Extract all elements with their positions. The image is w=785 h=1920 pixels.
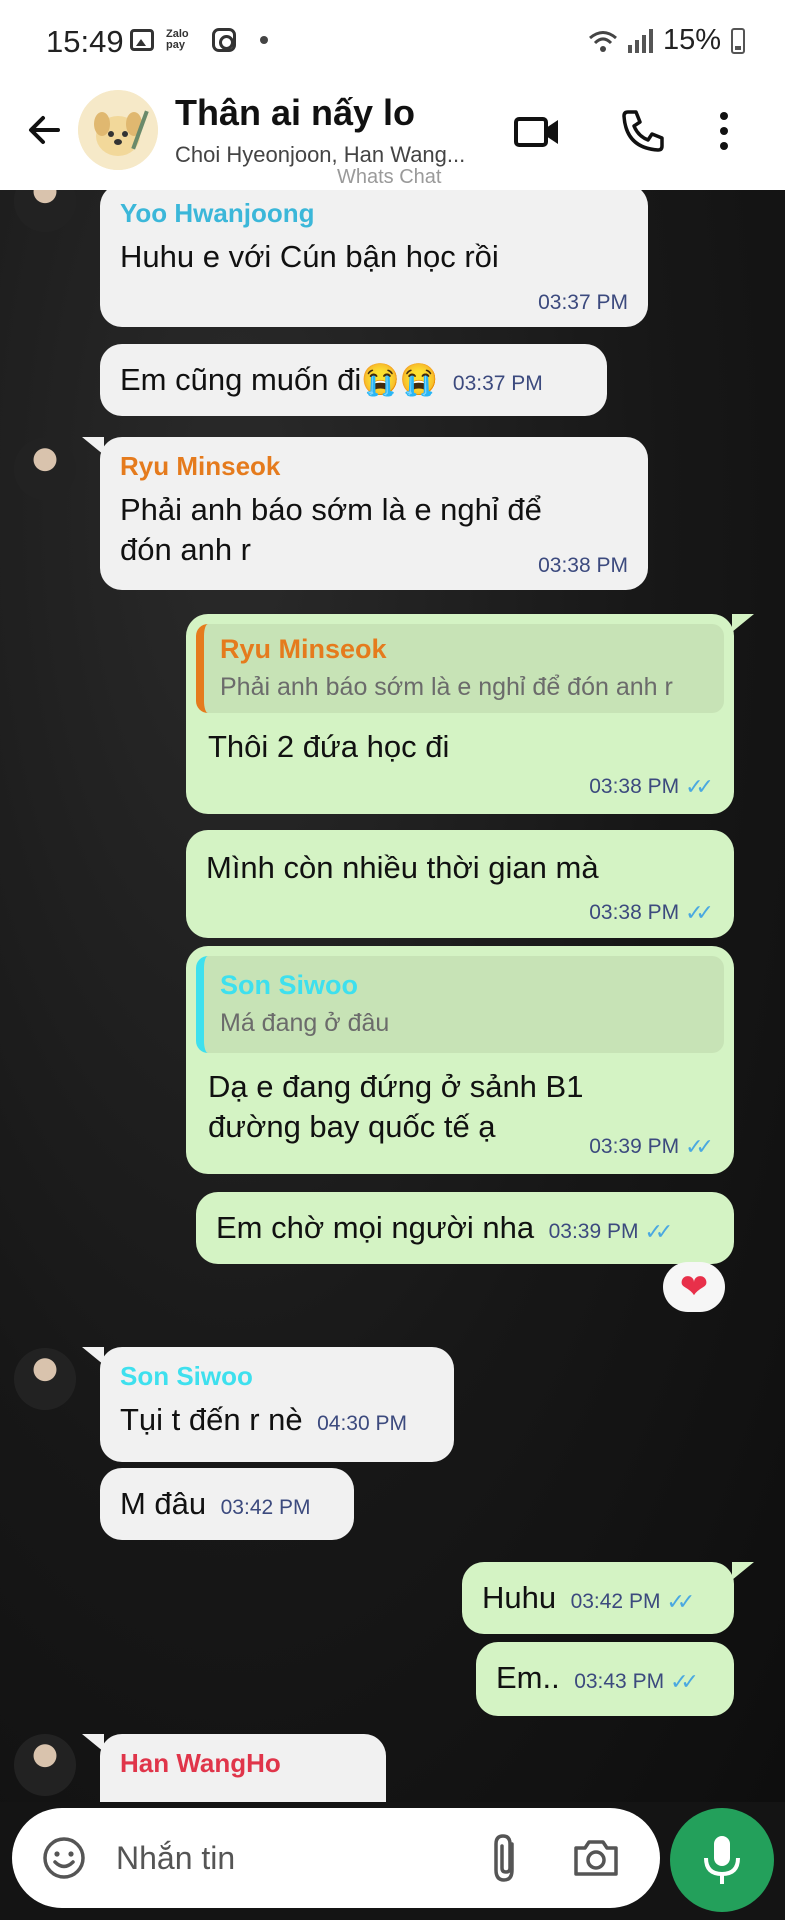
heart-reaction-icon[interactable]: ❤ [663,1262,725,1312]
system-icons: 15% [588,24,745,57]
message-text: Dạ e đang đứng ở sảnh B1 đường bay quốc … [208,1069,584,1144]
quoted-message[interactable]: Son Siwoo Má đang ở đâu [196,956,724,1053]
sender-name: Ryu Minseok [120,451,281,481]
message-time: 03:39 PM [548,1220,639,1243]
message-text: Tụi t đến r nè [120,1402,303,1437]
message-time: 03:42 PM [220,1496,311,1519]
signal-icon [627,28,653,53]
message-bubble[interactable]: Ryu Minseok Phải anh báo sớm là e nghỉ đ… [100,437,648,590]
message-bubble[interactable]: Em cũng muốn đi😭😭 03:37 PM [100,344,607,416]
message-text: Em cũng muốn đi😭😭 [120,362,439,397]
read-ticks-icon: ✓✓ [685,774,714,799]
dog-avatar-icon [78,90,158,170]
camera-icon[interactable] [570,1832,622,1884]
message-bubble[interactable]: Han WangHo [100,1734,386,1802]
message-time: 03:37 PM [452,372,543,395]
status-bar: 15:49 Zalo pay 15% [0,0,785,82]
message-text: Em.. [496,1660,560,1695]
quoted-text: Má đang ở đâu [220,1009,390,1037]
gallery-icon [130,29,154,51]
battery-level: 15% [662,24,721,56]
message-bubble[interactable]: Son Siwoo Tụi t đến r nè 04:30 PM [100,1347,454,1462]
microphone-button[interactable] [670,1808,774,1912]
message-text: Thôi 2 đứa học đi [208,729,450,764]
message-text: Phải anh báo sớm là e nghỉ để đón anh r [120,492,542,567]
sender-name: Son Siwoo [120,1361,253,1391]
message-text: Huhu e với Cún bận học rồi [120,239,499,274]
read-ticks-icon: ✓✓ [685,900,714,925]
message-text: Em chờ mọi người nha [216,1210,535,1245]
more-vertical-icon[interactable] [700,104,754,158]
message-meta: 03:39 PM ✓✓ [589,1134,714,1160]
read-ticks-icon: ✓✓ [644,1219,674,1244]
read-ticks-icon: ✓✓ [670,1669,699,1694]
message-meta: 03:38 PM ✓✓ [589,774,714,800]
message-bubble[interactable]: Mình còn nhiều thời gian mà 03:38 PM ✓✓ [186,830,734,938]
message-list[interactable]: Yoo Hwanjoong Huhu e với Cún bận học rồi… [0,190,785,1802]
message-bubble[interactable]: Huhu 03:42 PM ✓✓ [462,1562,734,1634]
message-bubble[interactable]: M đâu 03:42 PM [100,1468,354,1540]
message-bubble[interactable]: Son Siwoo Má đang ở đâu Dạ e đang đứng ở… [186,946,734,1174]
message-time: 03:38 PM [589,901,680,924]
battery-icon [731,27,745,54]
microphone-icon [704,1836,740,1884]
message-bubble[interactable]: Ryu Minseok Phải anh báo sớm là e nghỉ đ… [186,614,734,814]
wifi-icon [588,30,617,52]
message-text: Huhu [482,1580,557,1615]
emoji-icon[interactable] [40,1834,88,1882]
message-meta: 03:43 PM ✓✓ [574,1669,699,1695]
message-meta: 03:42 PM ✓✓ [571,1589,696,1615]
video-camera-icon[interactable] [510,104,564,158]
watermark: Whats Chat [337,166,442,188]
message-bubble[interactable]: Em.. 03:43 PM ✓✓ [476,1642,734,1716]
group-avatar[interactable] [78,90,158,170]
quoted-sender: Ryu Minseok [220,634,387,664]
message-bubble[interactable]: Yoo Hwanjoong Huhu e với Cún bận học rồi… [100,190,648,327]
message-time: 03:37 PM [538,291,628,314]
notification-icons: Zalo pay [130,28,268,52]
message-meta: 03:39 PM ✓✓ [549,1219,674,1245]
bubble-tail [732,1562,754,1580]
message-time: 04:30 PM [317,1412,407,1435]
more-notifications-dot [260,36,268,44]
message-text: Mình còn nhiều thời gian mà [206,850,599,885]
avatar[interactable] [14,1348,76,1410]
quoted-sender: Son Siwoo [220,970,358,1000]
zalo-pay-icon: Zalo pay [166,28,189,51]
message-time: 03:38 PM [538,554,628,577]
message-time: 03:39 PM [589,1135,680,1158]
avatar[interactable] [14,438,76,500]
chat-members[interactable]: Choi Hyeonjoon, Han Wang... [175,142,465,168]
read-ticks-icon: ✓✓ [666,1589,695,1614]
message-time: 03:38 PM [589,775,680,798]
sender-name: Yoo Hwanjoong [120,198,315,228]
message-meta: 03:38 PM ✓✓ [589,900,714,926]
chat-title[interactable]: Thân ai nấy lo [175,92,415,134]
avatar[interactable] [14,190,76,232]
chat-header: Thân ai nấy lo Choi Hyeonjoon, Han Wang.… [0,82,785,190]
bubble-tail [732,614,754,632]
read-ticks-icon: ✓✓ [685,1134,714,1159]
message-time: 03:43 PM [574,1670,665,1693]
avatar[interactable] [14,1734,76,1796]
arrow-left-icon[interactable] [24,110,64,150]
quoted-text: Phải anh báo sớm là e nghỉ để đón anh r [220,673,673,701]
quoted-message[interactable]: Ryu Minseok Phải anh báo sớm là e nghỉ đ… [196,624,724,713]
sender-name: Han WangHo [120,1748,281,1778]
message-bubble[interactable]: Em chờ mọi người nha 03:39 PM ✓✓ [196,1192,734,1264]
message-input[interactable] [116,1830,476,1886]
instagram-icon [212,28,236,52]
status-time: 15:49 [46,24,124,59]
phone-icon[interactable] [616,104,670,158]
paperclip-icon[interactable] [482,1830,530,1886]
message-text: M đâu [120,1486,207,1521]
message-composer [12,1808,660,1908]
message-time: 03:42 PM [570,1590,661,1613]
